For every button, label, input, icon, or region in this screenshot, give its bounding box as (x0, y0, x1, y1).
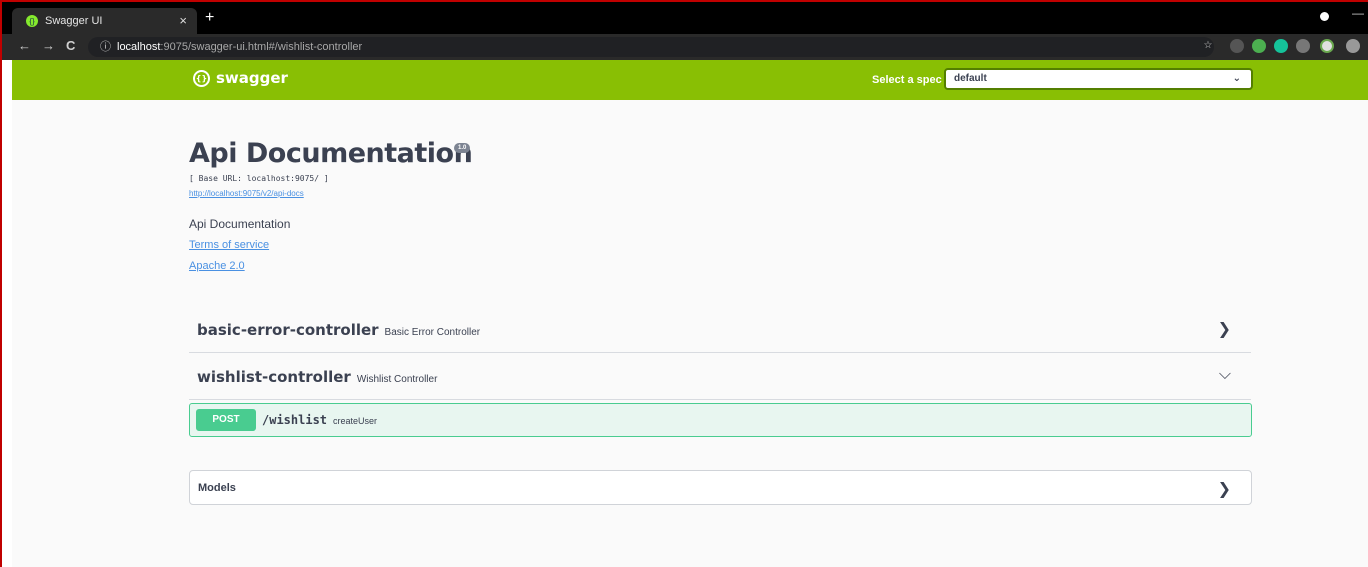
chevron-right-icon[interactable]: ❯ (1218, 319, 1231, 339)
tag-description: Basic Error Controller (384, 327, 481, 338)
spec-select[interactable]: default ⌄ (944, 68, 1253, 90)
profile-icon[interactable] (1320, 12, 1329, 21)
browser-address-bar: ← → C ⓘ localhost:9075/swagger-ui.html#/w… (0, 34, 1368, 60)
forward-icon[interactable]: → (42, 38, 55, 53)
swagger-logo-icon: {} (193, 69, 210, 87)
tag-name: wishlist-controller Wishlist Controller (197, 368, 438, 386)
chevron-down-icon: ⌄ (1232, 73, 1241, 84)
minimize-icon[interactable]: — (1352, 6, 1364, 20)
grammarly-extension-icon[interactable] (1274, 39, 1288, 53)
tag-wishlist-controller[interactable]: wishlist-controller Wishlist Controller ⌵ (189, 354, 1251, 400)
license-link[interactable]: Apache 2.0 (189, 260, 245, 272)
main-content: Api Documentation 1.0 [ Base URL: localh… (12, 100, 1368, 567)
chevron-right-icon[interactable]: ❯ (1218, 479, 1231, 499)
api-description: Api Documentation (189, 217, 291, 231)
api-docs-link[interactable]: http://localhost:9075/v2/api-docs (189, 189, 304, 198)
info-icon: ⓘ (100, 41, 111, 53)
version-badge: 1.0 (454, 143, 471, 153)
puzzle-extension-icon[interactable] (1296, 39, 1310, 53)
operation-post-wishlist[interactable]: POST /wishlist createUser (189, 403, 1252, 437)
bookmark-star-icon[interactable]: ☆ (1201, 39, 1215, 53)
back-icon[interactable]: ← (18, 38, 31, 53)
models-label: Models (198, 482, 236, 494)
base-url: [ Base URL: localhost:9075/ ] (189, 174, 329, 183)
page-title: Api Documentation (189, 138, 473, 169)
tab-close-icon[interactable]: × (179, 13, 187, 28)
method-badge: POST (196, 409, 256, 431)
tag-basic-error-controller[interactable]: basic-error-controller Basic Error Contro… (189, 307, 1251, 353)
swagger-favicon-icon: {} (26, 15, 38, 27)
avatar-icon[interactable] (1320, 39, 1334, 53)
reload-icon[interactable]: C (66, 38, 75, 53)
shield-extension-icon[interactable] (1230, 39, 1244, 53)
browser-tab-bar: {} Swagger UI × + — (0, 0, 1368, 34)
operation-path: /wishlist createUser (262, 413, 378, 427)
tag-description: Wishlist Controller (356, 374, 438, 385)
new-tab-icon[interactable]: + (205, 9, 214, 27)
tag-name: basic-error-controller Basic Error Contro… (197, 321, 481, 339)
browser-tab[interactable]: {} Swagger UI × (12, 8, 197, 34)
swagger-logo[interactable]: {} swagger (193, 69, 288, 87)
terms-of-service-link[interactable]: Terms of service (189, 239, 269, 251)
chevron-down-icon[interactable]: ⌵ (1219, 366, 1231, 384)
url-path: :9075/swagger-ui.html#/wishlist-controll… (160, 41, 363, 53)
vpn-extension-icon[interactable] (1252, 39, 1266, 53)
spec-selected-value: default (954, 73, 987, 84)
spec-label: Select a spec (872, 74, 942, 86)
operation-summary: createUser (333, 416, 378, 426)
screenshot-border (0, 0, 12, 567)
url-host: localhost (117, 41, 161, 53)
camera-extension-icon[interactable] (1346, 39, 1360, 53)
swagger-topbar: {} swagger Select a spec default ⌄ (12, 60, 1368, 100)
logo-text: swagger (216, 69, 288, 87)
tab-title: Swagger UI (45, 15, 103, 27)
url-input[interactable]: ⓘ localhost:9075/swagger-ui.html#/wishlis… (88, 37, 1214, 57)
models-section[interactable]: Models ❯ (189, 470, 1252, 505)
